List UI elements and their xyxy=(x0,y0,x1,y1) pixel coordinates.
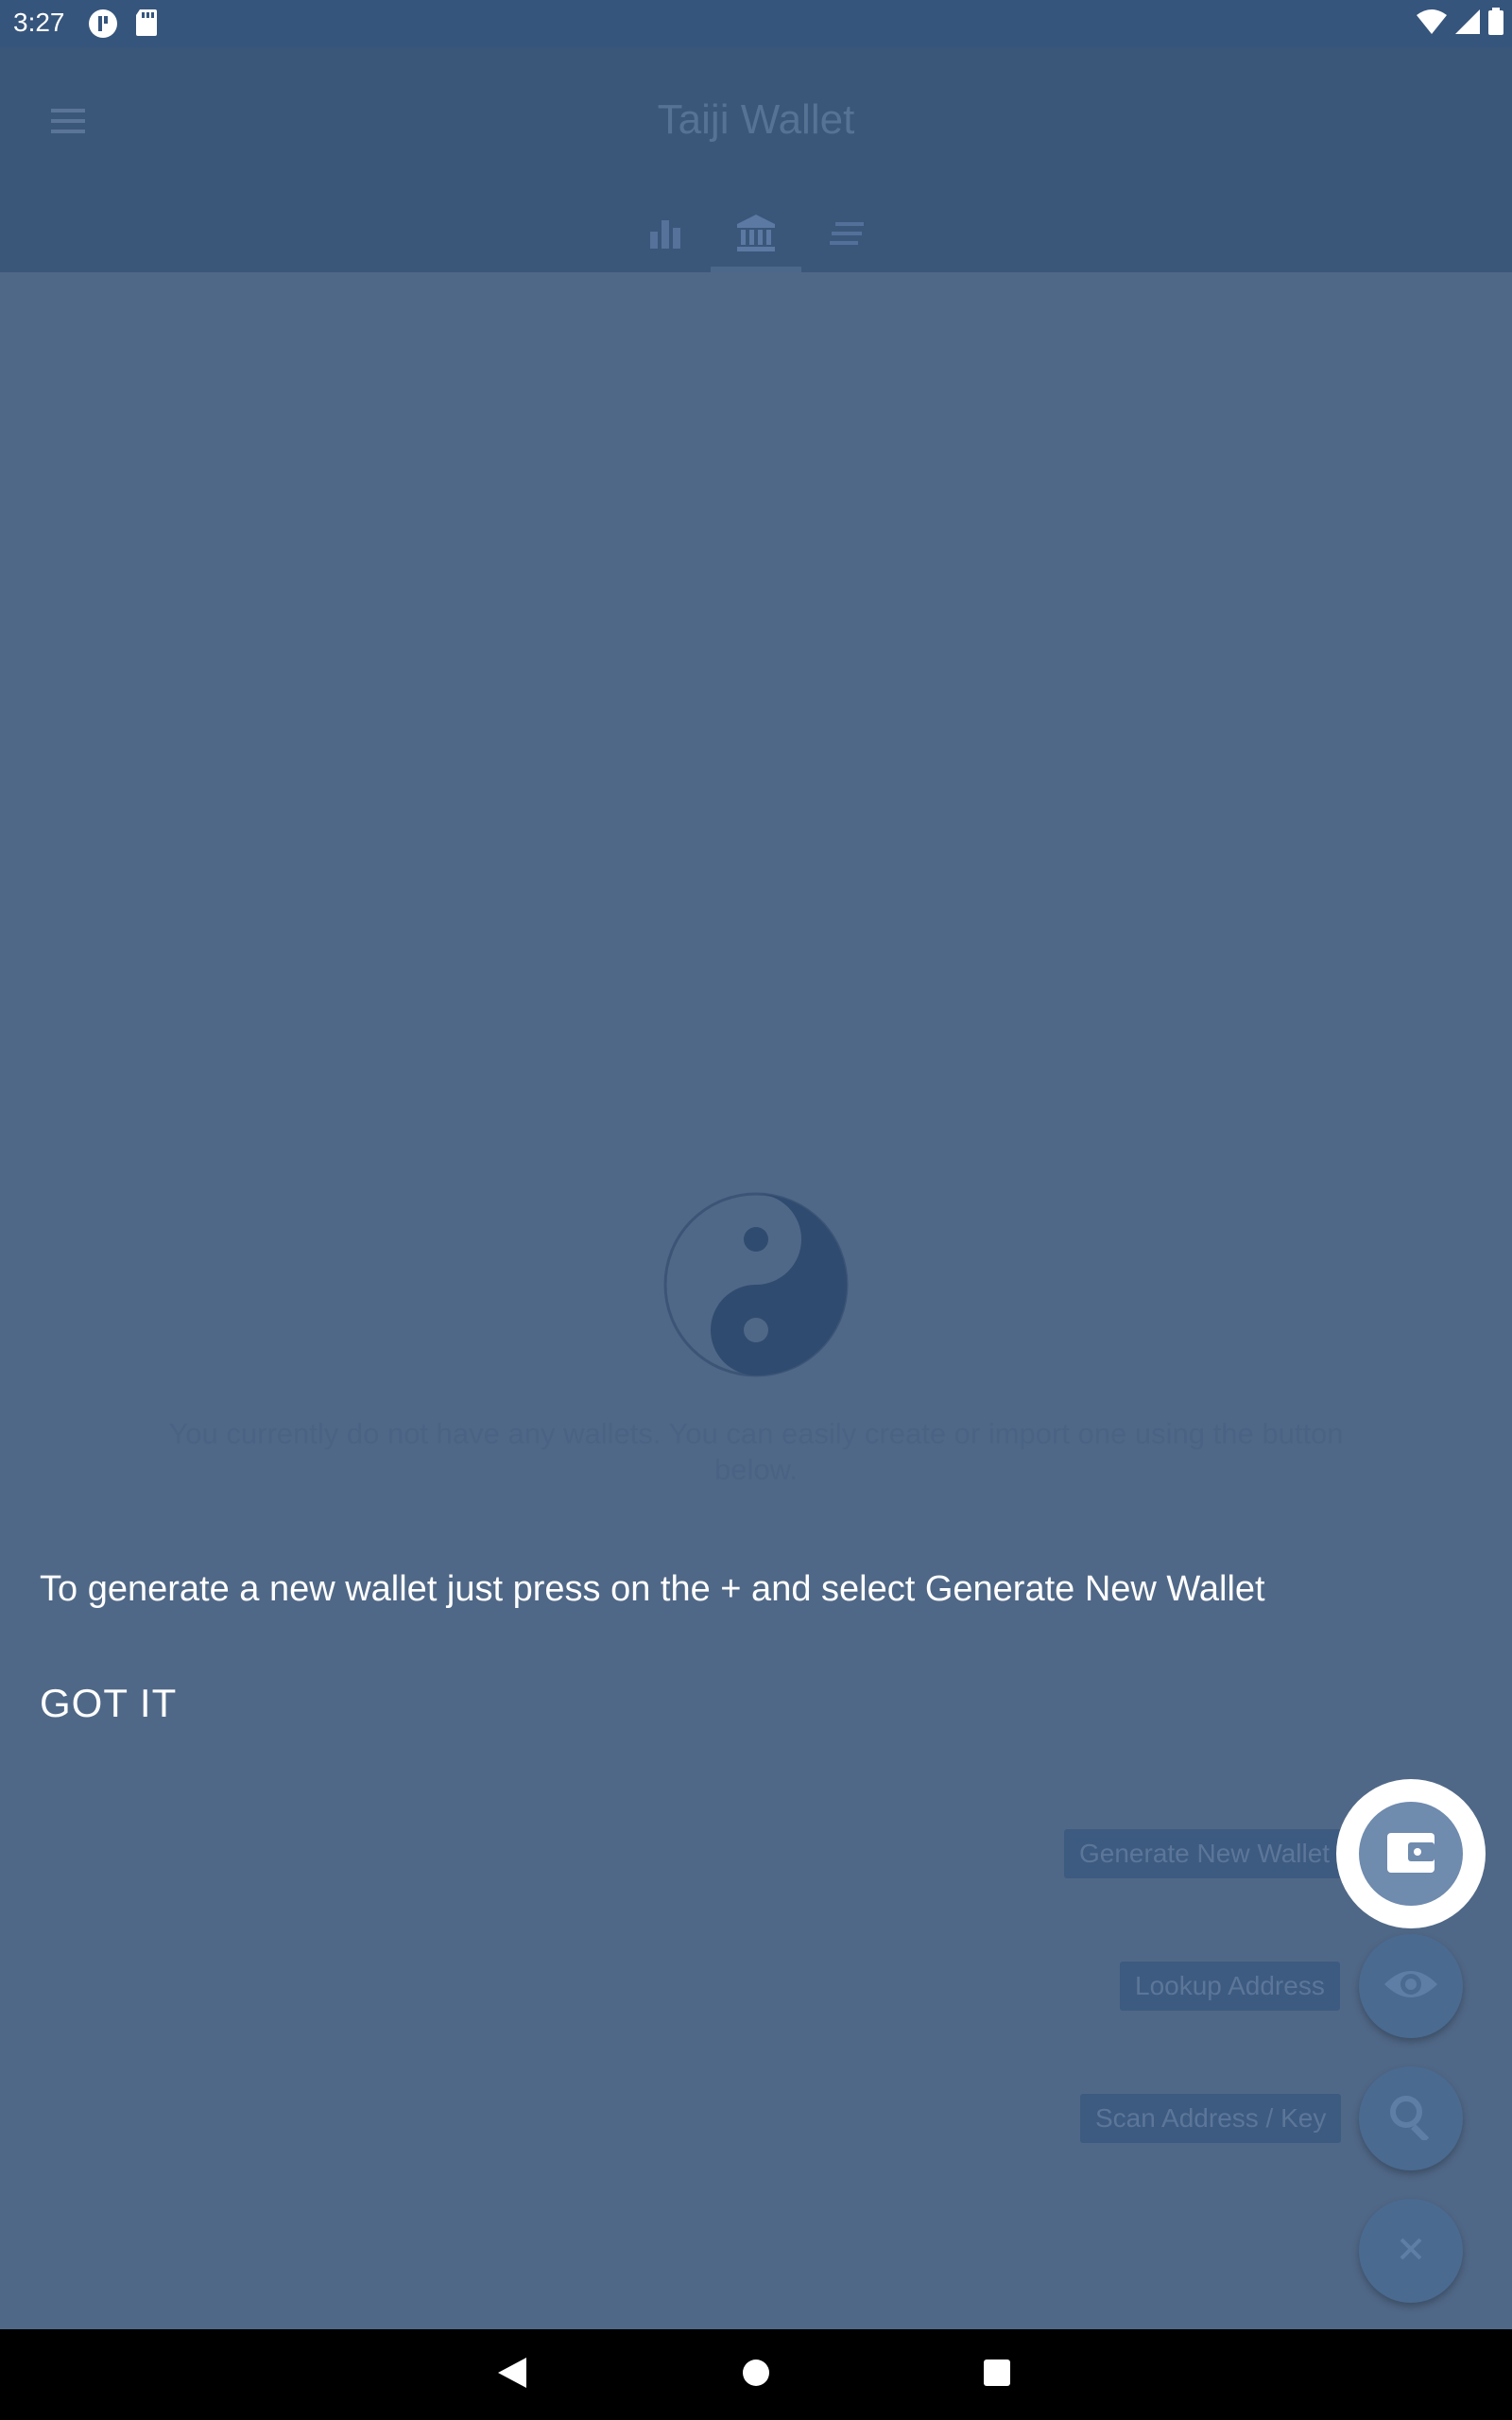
recents-button[interactable] xyxy=(974,2352,1020,2397)
lookup-address-button[interactable] xyxy=(1359,1934,1463,2038)
eye-icon xyxy=(1383,1965,1439,2008)
sd-card-icon xyxy=(134,8,159,44)
wallet-icon xyxy=(1385,1829,1436,1879)
battery-icon xyxy=(1487,8,1504,41)
tutorial-message: To generate a new wallet just press on t… xyxy=(40,1569,1265,1609)
app-bar: Taiji Wallet xyxy=(0,47,1512,272)
close-icon xyxy=(1397,2235,1425,2268)
status-bar: 3:27 xyxy=(0,0,1512,47)
got-it-button[interactable]: GOT IT xyxy=(40,1681,177,1726)
generate-new-wallet-button[interactable] xyxy=(1359,1802,1463,1906)
generate-new-wallet-label[interactable]: Generate New Wallet xyxy=(1064,1829,1346,1878)
navigation-bar xyxy=(0,2329,1512,2420)
tab-bar xyxy=(0,199,1512,272)
app-notification-icon xyxy=(87,8,119,44)
home-button[interactable] xyxy=(733,2352,779,2397)
status-system-icons xyxy=(1416,8,1504,41)
lookup-address-label[interactable]: Lookup Address xyxy=(1120,1962,1340,2011)
back-triangle-icon xyxy=(496,2356,528,2394)
yin-yang-icon xyxy=(662,1191,850,1383)
wifi-icon xyxy=(1416,8,1448,41)
wallet-list-empty-state: You currently do not have any wallets. Y… xyxy=(0,272,1512,2329)
scan-address-key-button[interactable] xyxy=(1359,2066,1463,2170)
status-notification-icons xyxy=(87,8,159,44)
search-icon xyxy=(1387,2093,1435,2145)
bar-chart-icon xyxy=(646,215,684,257)
list-icon xyxy=(828,215,866,257)
tab-charts[interactable] xyxy=(620,199,711,272)
scan-address-key-label[interactable]: Scan Address / Key xyxy=(1080,2094,1342,2143)
tab-wallets[interactable] xyxy=(711,199,801,272)
empty-state-message: You currently do not have any wallets. Y… xyxy=(168,1417,1344,1486)
app-title: Taiji Wallet xyxy=(657,96,855,143)
close-fab-menu-button[interactable] xyxy=(1359,2199,1463,2303)
recents-square-icon xyxy=(982,2358,1012,2393)
home-circle-icon xyxy=(741,2358,771,2393)
signal-icon xyxy=(1453,8,1482,41)
bank-icon xyxy=(735,213,777,259)
back-button[interactable] xyxy=(490,2352,535,2397)
status-time: 3:27 xyxy=(13,8,65,37)
tab-transactions[interactable] xyxy=(801,199,892,272)
